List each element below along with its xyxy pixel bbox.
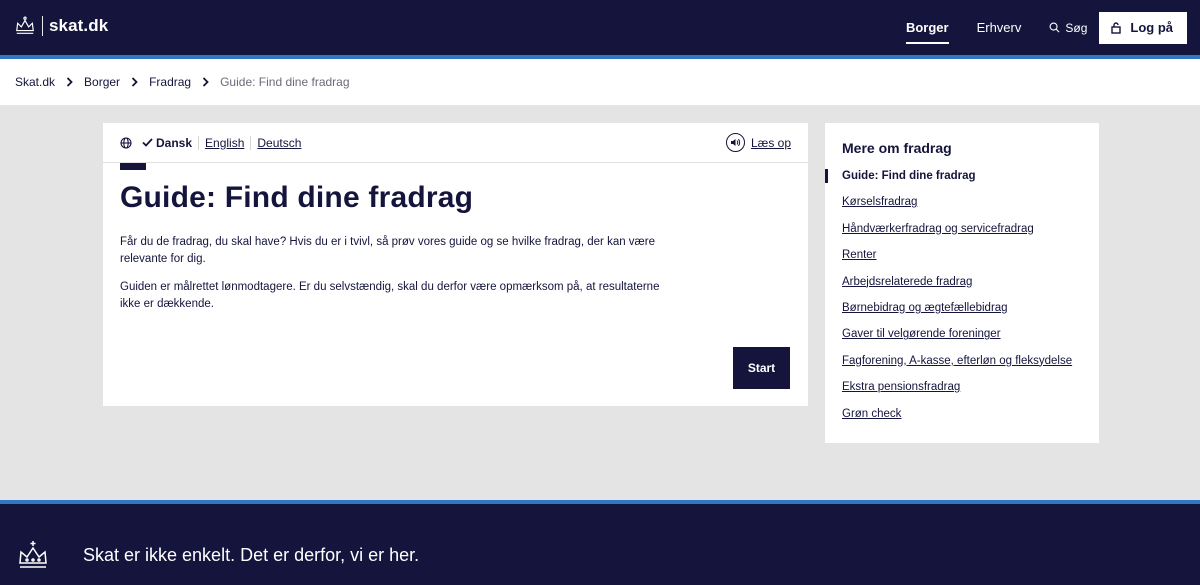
search-icon xyxy=(1049,22,1060,33)
sidebar-item-pensionsfradrag: Ekstra pensionsfradrag xyxy=(842,380,1099,406)
breadcrumb-current: Guide: Find dine fradrag xyxy=(220,75,350,89)
page-title: Guide: Find dine fradrag xyxy=(120,181,474,214)
sidebar-link[interactable]: Gaver til velgørende foreninger xyxy=(842,328,1001,340)
checkmark-icon xyxy=(142,138,153,147)
sidebar-item-haandvaerkerfradrag: Håndværkerfradrag og servicefradrag xyxy=(842,222,1099,248)
sidebar-item-arbejdsrelaterede: Arbejdsrelaterede fradrag xyxy=(842,275,1099,301)
sidebar-link[interactable]: Arbejdsrelaterede fradrag xyxy=(842,276,972,288)
footer-tagline: Skat er ikke enkelt. Det er derfor, vi e… xyxy=(83,545,420,565)
language-current-label: Dansk xyxy=(156,135,193,150)
language-selector: Dansk English Deutsch Læs op xyxy=(103,123,808,163)
sidebar-item-groen-check: Grøn check xyxy=(842,407,1099,433)
sidebar-list: Guide: Find dine fradrag Kørselsfradrag … xyxy=(825,169,1099,433)
read-aloud-button[interactable]: Læs op xyxy=(725,133,791,152)
sidebar-item-gaver: Gaver til velgørende foreninger xyxy=(842,327,1099,353)
sidebar-item-renter: Renter xyxy=(842,248,1099,274)
read-aloud-label: Læs op xyxy=(750,135,791,150)
chevron-right-icon xyxy=(131,77,138,87)
intro-paragraph: Guiden er målrettet lønmodtagere. Er du … xyxy=(120,281,660,310)
sidebar-link[interactable]: Fagforening, A-kasse, efterløn og fleksy… xyxy=(842,355,1072,367)
logo-divider xyxy=(42,16,43,36)
sidebar-item-fagforening: Fagforening, A-kasse, efterløn og fleksy… xyxy=(842,354,1099,380)
sidebar-link[interactable]: Børnebidrag og ægtefællebidrag xyxy=(842,302,1008,314)
main-nav: Borger Erhverv Søg Log på xyxy=(905,0,1200,55)
brand-name: skat.dk xyxy=(49,16,109,35)
sidebar-link[interactable]: Grøn check xyxy=(842,408,901,420)
sidebar-item-guide: Guide: Find dine fradrag xyxy=(825,169,1099,195)
crown-icon xyxy=(19,541,47,568)
lock-icon xyxy=(1111,21,1122,34)
sidebar-link[interactable]: Håndværkerfradrag og servicefradrag xyxy=(842,223,1034,235)
sidebar-item-boernebidrag: Børnebidrag og ægtefællebidrag xyxy=(842,301,1099,327)
nav-erhverv[interactable]: Erhverv xyxy=(977,0,1022,55)
breadcrumb-skat[interactable]: Skat.dk xyxy=(15,75,55,89)
breadcrumb-fradrag[interactable]: Fradrag xyxy=(149,75,191,89)
chevron-right-icon xyxy=(202,77,209,87)
globe-icon xyxy=(120,136,132,149)
sidebar-link[interactable]: Ekstra pensionsfradrag xyxy=(842,381,960,393)
login-label: Log på xyxy=(1130,20,1173,35)
top-header: skat.dk Borger Erhverv Søg Log på xyxy=(0,0,1200,55)
nav-borger[interactable]: Borger xyxy=(905,0,949,55)
related-links-sidebar: Mere om fradrag Guide: Find dine fradrag… xyxy=(825,123,1099,443)
sidebar-link[interactable]: Kørselsfradrag xyxy=(842,196,917,208)
language-deutsch[interactable]: Deutsch xyxy=(250,135,307,150)
search-label: Søg xyxy=(1065,20,1088,35)
site-logo[interactable]: skat.dk xyxy=(14,15,108,37)
footer: Skat er ikke enkelt. Det er derfor, vi e… xyxy=(0,504,1200,585)
sidebar-title: Mere om fradrag xyxy=(842,140,952,156)
intro-text: Får du de fradrag, du skal have? Hvis du… xyxy=(120,234,680,324)
sidebar-item-label: Guide: Find dine fradrag xyxy=(842,170,976,182)
speaker-icon xyxy=(725,133,745,152)
breadcrumb: Skat.dk Borger Fradrag Guide: Find dine … xyxy=(0,59,1200,105)
title-accent-bar xyxy=(120,163,146,170)
language-current: Dansk xyxy=(142,136,192,150)
start-button[interactable]: Start xyxy=(733,347,790,389)
sidebar-item-koerselsfradrag: Kørselsfradrag xyxy=(842,195,1099,221)
breadcrumb-borger[interactable]: Borger xyxy=(84,75,120,89)
search-button[interactable]: Søg xyxy=(1049,21,1087,35)
guide-card: Dansk English Deutsch Læs op Guide: Find… xyxy=(103,123,808,406)
intro-paragraph: Får du de fradrag, du skal have? Hvis du… xyxy=(120,236,656,265)
chevron-right-icon xyxy=(66,77,73,87)
sidebar-link[interactable]: Renter xyxy=(842,249,877,261)
crown-icon xyxy=(16,16,34,34)
login-button[interactable]: Log på xyxy=(1099,11,1187,44)
language-english[interactable]: English xyxy=(198,135,250,150)
